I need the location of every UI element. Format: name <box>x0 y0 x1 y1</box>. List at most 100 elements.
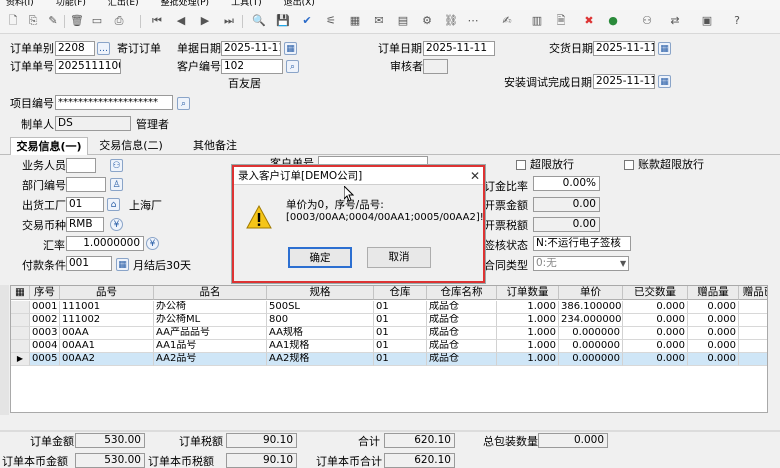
cell-gift-qty[interactable]: 0.000 <box>688 327 739 340</box>
copy-icon[interactable]: ⎘ <box>26 14 40 28</box>
col-header-delivered-qty[interactable]: 已交数量 <box>623 286 688 300</box>
cell-warehouse[interactable]: 01 <box>374 327 427 340</box>
col-header-item-name[interactable]: 品名 <box>154 286 267 300</box>
row-indicator[interactable] <box>11 301 30 314</box>
print-icon[interactable]: ⎙ <box>112 14 126 28</box>
project-lookup-icon[interactable]: ⌕ <box>177 97 190 110</box>
cell-qty[interactable]: 1.000 <box>497 340 559 353</box>
cell-spec[interactable]: AA2规格 <box>267 353 374 366</box>
cell-item-name[interactable]: AA产品品号 <box>154 327 267 340</box>
cell-item-no[interactable]: 00AA <box>60 327 154 340</box>
attach-icon[interactable]: ✉ <box>372 14 386 28</box>
cell-gift-delivered[interactable] <box>739 340 767 353</box>
menu-item-export[interactable]: 汇出(E) <box>108 0 139 8</box>
cell-qty[interactable]: 1.000 <box>497 314 559 327</box>
cell-warehouse[interactable]: 01 <box>374 301 427 314</box>
cell-spec[interactable]: AA1规格 <box>267 340 374 353</box>
cell-item-no[interactable]: 00AA2 <box>60 353 154 366</box>
new-icon[interactable]: 🗋 <box>6 14 20 28</box>
col-header-spec[interactable]: 规格 <box>267 286 374 300</box>
link-icon[interactable]: ⛓ <box>444 14 458 28</box>
next-record-icon[interactable]: ▶ <box>198 14 212 28</box>
cell-gift-qty[interactable]: 0.000 <box>688 314 739 327</box>
cell-gift-delivered[interactable] <box>739 353 767 366</box>
cell-warehouse[interactable]: 01 <box>374 340 427 353</box>
row-indicator[interactable]: ▶ <box>11 353 30 366</box>
note-icon[interactable]: ✍ <box>500 14 514 28</box>
calendar-icon[interactable]: ▦ <box>658 75 671 88</box>
settings-icon[interactable]: ⚙ <box>420 14 434 28</box>
window-icon[interactable]: ▣ <box>700 14 714 28</box>
menu-item-exit[interactable]: 退出(X) <box>284 0 315 8</box>
doc-date-field[interactable]: 2025-11-11 <box>221 41 281 56</box>
doc-icon[interactable]: 🗎 <box>554 14 568 28</box>
menu-item-data[interactable]: 资料(I) <box>6 0 34 8</box>
chart-icon[interactable]: ▥ <box>530 14 544 28</box>
cell-item-no[interactable]: 00AA1 <box>60 340 154 353</box>
cell-seq[interactable]: 0004 <box>30 340 60 353</box>
order-type-field[interactable]: 2208 <box>55 41 95 56</box>
tab-trade-info-1[interactable]: 交易信息(一) <box>10 137 88 155</box>
person-lookup-icon[interactable]: ⚇ <box>110 159 123 172</box>
table-icon[interactable]: ▦ <box>348 14 362 28</box>
cell-delivered-qty[interactable]: 0.000 <box>623 353 688 366</box>
col-header-qty[interactable]: 订单数量 <box>497 286 559 300</box>
col-header-item-no[interactable]: 品号 <box>60 286 154 300</box>
query-icon[interactable]: 🔍 <box>252 14 266 28</box>
people-icon[interactable]: ⚇ <box>640 14 654 28</box>
ok-button[interactable]: 确定 <box>288 247 352 268</box>
cell-item-no[interactable]: 111002 <box>60 314 154 327</box>
cell-qty[interactable]: 1.000 <box>497 327 559 340</box>
cell-item-name[interactable]: 办公椅 <box>154 301 267 314</box>
currency-lookup-icon[interactable]: ¥ <box>110 218 123 231</box>
acct-over-limit-checkbox[interactable] <box>624 160 634 170</box>
rate-lookup-icon[interactable]: ¥ <box>146 237 159 250</box>
cell-warehouse-name[interactable]: 成品仓 <box>427 327 497 340</box>
col-header-gift-qty[interactable]: 赠品量 <box>688 286 739 300</box>
rate-field[interactable]: 1.0000000 <box>66 236 144 251</box>
salesperson-field[interactable] <box>66 158 96 173</box>
cell-warehouse[interactable]: 01 <box>374 353 427 366</box>
deposit-field[interactable]: 0.00% <box>533 176 600 191</box>
close-icon[interactable]: ✕ <box>468 168 482 184</box>
confirm-icon[interactable]: ✔ <box>300 14 314 28</box>
currency-field[interactable]: RMB <box>66 217 104 232</box>
cell-item-name[interactable]: 办公椅ML <box>154 314 267 327</box>
report-icon[interactable]: ▤ <box>396 14 410 28</box>
row-indicator[interactable] <box>11 327 30 340</box>
factory-field[interactable]: 01 <box>66 197 104 212</box>
cell-gift-delivered[interactable] <box>739 314 767 327</box>
cell-item-name[interactable]: AA2品号 <box>154 353 267 366</box>
menu-item-function[interactable]: 功能(F) <box>56 0 86 8</box>
cell-warehouse-name[interactable]: 成品仓 <box>427 301 497 314</box>
cell-warehouse[interactable]: 01 <box>374 314 427 327</box>
recall-icon[interactable]: ⚟ <box>324 14 338 28</box>
sign-status-field[interactable]: N:不运行电子签核 <box>533 236 631 251</box>
help-icon[interactable]: ? <box>730 14 744 28</box>
tab-trade-info-2[interactable]: 交易信息(二) <box>92 137 170 155</box>
cell-delivered-qty[interactable]: 0.000 <box>623 314 688 327</box>
chevron-down-icon[interactable]: ▼ <box>620 257 626 270</box>
menu-item-batch[interactable]: 整批处理(P) <box>161 0 209 8</box>
cell-price[interactable]: 234.000000 <box>559 314 623 327</box>
cell-seq[interactable]: 0005 <box>30 353 60 366</box>
clear-icon[interactable]: ▭ <box>90 14 104 28</box>
col-header-price[interactable]: 单价 <box>559 286 623 300</box>
over-limit-checkbox[interactable] <box>516 160 526 170</box>
cell-gift-qty[interactable]: 0.000 <box>688 353 739 366</box>
cell-price[interactable]: 386.100000 <box>559 301 623 314</box>
col-header-gift-delivered[interactable]: 赠品已 <box>739 286 767 300</box>
cell-seq[interactable]: 0001 <box>30 301 60 314</box>
calendar-icon[interactable]: ▦ <box>658 42 671 55</box>
col-header-warehouse-name[interactable]: 仓库名称 <box>427 286 497 300</box>
more-icon[interactable]: ⋯ <box>466 14 480 28</box>
col-header-seq[interactable]: 序号 <box>30 286 60 300</box>
cell-delivered-qty[interactable]: 0.000 <box>623 327 688 340</box>
cell-warehouse-name[interactable]: 成品仓 <box>427 353 497 366</box>
cell-spec[interactable]: 800 <box>267 314 374 327</box>
contract-type-select[interactable]: 0:无 <box>533 256 629 271</box>
cell-item-name[interactable]: AA1品号 <box>154 340 267 353</box>
project-field[interactable]: ******************** <box>55 95 173 110</box>
order-no-field[interactable]: 20251111001 <box>55 59 121 74</box>
cell-seq[interactable]: 0002 <box>30 314 60 327</box>
